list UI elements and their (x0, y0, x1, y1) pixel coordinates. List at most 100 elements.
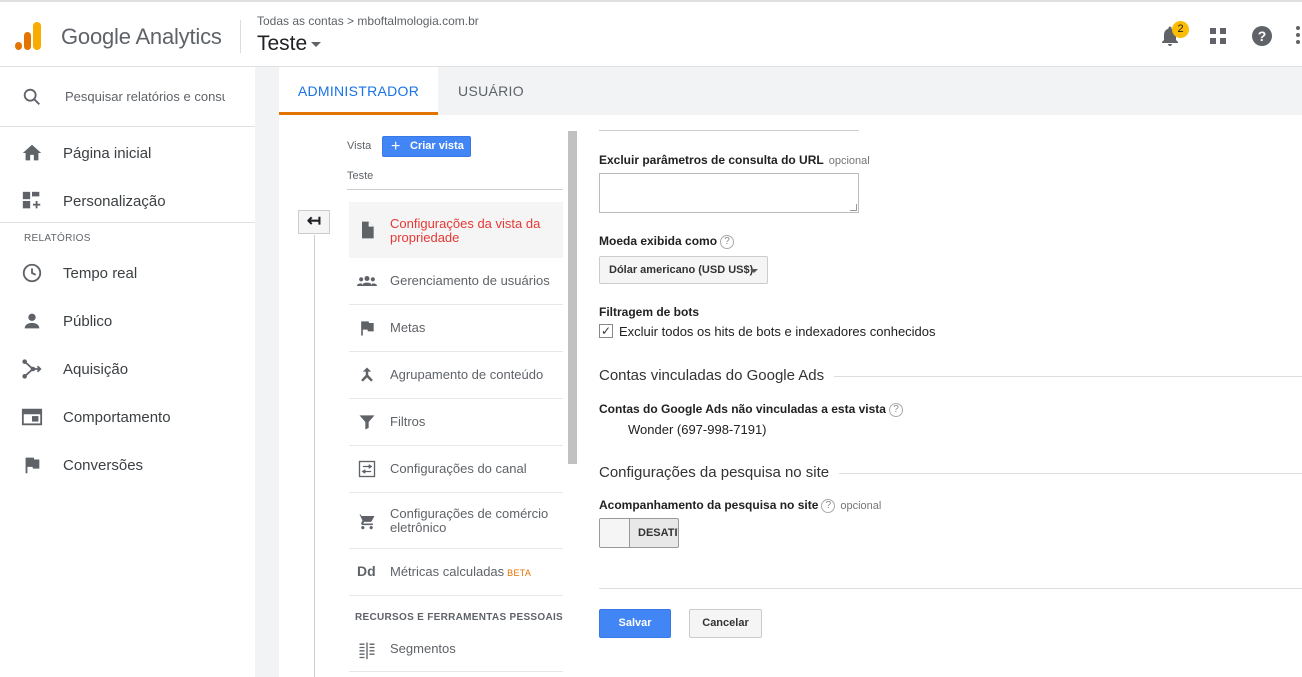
segments-icon (357, 640, 379, 662)
sidebar-item-label: Comportamento (63, 409, 171, 426)
sidebar-item-label: Público (63, 313, 113, 330)
sidebar-item-label: Aquisição (63, 361, 129, 378)
bot-filter-label: Filtragem de bots (599, 305, 700, 319)
help-icon[interactable]: ? (821, 498, 836, 513)
menu-item-label: Configurações do canal (390, 461, 527, 476)
analytics-logo-icon[interactable] (15, 22, 43, 50)
optional-hint: opcional (828, 155, 870, 167)
ads-unlinked-label: Contas do Google Ads não vinculadas a es… (599, 402, 903, 417)
behavior-icon (21, 406, 43, 428)
site-search-toggle[interactable]: DESATIVADO (599, 518, 679, 548)
menu-item-view-settings[interactable]: Configurações da vista da propriedade (349, 202, 563, 258)
menu-item-content-grouping[interactable]: Agrupamento de conteúdo (349, 352, 563, 399)
top-header: Google Analytics Todas as contas > mboft… (0, 0, 1302, 67)
sidebar-item-label: Tempo real (63, 265, 138, 282)
help-icon[interactable]: ? (888, 402, 903, 417)
flag-icon (357, 318, 379, 340)
sidebar-item-conversions[interactable]: Conversões (0, 443, 255, 487)
ads-unlinked-text: Contas do Google Ads não vinculadas a es… (599, 402, 886, 416)
collapse-arrow-icon[interactable]: ↤ (298, 210, 330, 234)
view-selector-underline (347, 189, 563, 190)
sidebar-item-audience[interactable]: Público (0, 299, 255, 343)
search-input[interactable]: Pesquisar relatórios e consultas (65, 89, 225, 104)
left-sidebar: Pesquisar relatórios e consultas Página … (0, 67, 255, 677)
form-footer-divider (599, 588, 1302, 589)
svg-text:?: ? (1258, 28, 1267, 44)
filter-icon (357, 412, 379, 434)
personal-resources-heading: RECURSOS E FERRAMENTAS PESSOAIS (355, 612, 564, 623)
sidebar-item-home[interactable]: Página inicial (0, 131, 255, 175)
app-name[interactable]: Google Analytics (61, 24, 222, 50)
tab-user[interactable]: USUÁRIO (438, 67, 544, 115)
sidebar-item-label: Página inicial (63, 145, 152, 162)
dashboard-add-icon (21, 190, 43, 212)
field-divider (599, 130, 859, 131)
exclude-params-text: Excluir parâmetros de consulta do URL (599, 153, 824, 167)
menu-item-channel-settings[interactable]: Configurações do canal (349, 446, 563, 493)
clock-icon (21, 262, 43, 284)
currency-dropdown[interactable]: Dólar americano (USD US$) (599, 256, 768, 284)
users-icon (357, 271, 379, 293)
menu-item-label: Métricas calculadas BETA (390, 565, 531, 580)
more-options-icon[interactable] (1296, 24, 1302, 48)
channel-settings-icon (357, 459, 379, 481)
cart-icon (357, 511, 379, 533)
menu-item-user-management[interactable]: Gerenciamento de usuários (349, 258, 563, 305)
help-icon[interactable]: ? (1250, 24, 1274, 48)
menu-item-ecommerce-settings[interactable]: Configurações de comércio eletrônico (349, 493, 563, 549)
optional-hint: opcional (840, 500, 882, 512)
breadcrumb[interactable]: Todas as contas > mboftalmologia.com.br (257, 14, 479, 28)
menu-item-label: Gerenciamento de usuários (390, 273, 550, 288)
bot-filter-checkbox-label[interactable]: Excluir todos os hits de bots e indexado… (619, 324, 936, 339)
create-view-button[interactable]: + Criar vista (382, 136, 471, 157)
column-connector-line (314, 235, 315, 677)
reports-section-label: RELATÓRIOS (24, 233, 91, 244)
document-icon (357, 220, 379, 242)
sidebar-item-realtime[interactable]: Tempo real (0, 251, 255, 295)
sidebar-item-behavior[interactable]: Comportamento (0, 395, 255, 439)
sidebar-item-customization[interactable]: Personalização (0, 179, 255, 223)
dd-icon: Dd (357, 563, 376, 579)
beta-badge: BETA (507, 568, 532, 578)
resize-handle-icon[interactable] (850, 204, 857, 211)
sidebar-divider (0, 222, 255, 223)
notification-count-badge: 2 (1172, 21, 1189, 38)
person-icon (21, 310, 43, 332)
apps-grid-icon[interactable] (1206, 24, 1230, 48)
menu-item-calculated-metrics[interactable]: Dd Métricas calculadas BETA (349, 549, 563, 596)
exclude-params-field[interactable] (599, 173, 859, 213)
view-name: Teste (257, 32, 308, 55)
menu-item-label: Metas (390, 320, 426, 335)
view-selector[interactable]: Teste (257, 32, 322, 56)
home-icon (21, 142, 43, 164)
view-column-scroll-thumb[interactable] (568, 131, 577, 464)
bot-filter-checkbox[interactable]: ✓ (599, 324, 613, 338)
menu-item-label: Agrupamento de conteúdo (390, 367, 544, 382)
tab-admin[interactable]: ADMINISTRADOR (279, 67, 438, 115)
view-selector-value[interactable]: Teste (347, 170, 373, 182)
menu-item-filters[interactable]: Filtros (349, 399, 563, 446)
sidebar-item-label: Conversões (63, 457, 144, 474)
exclude-params-label: Excluir parâmetros de consulta do URL opc… (599, 153, 870, 167)
help-icon[interactable]: ? (720, 234, 735, 249)
menu-item-label: Filtros (390, 414, 426, 429)
sidebar-item-label: Personalização (63, 193, 166, 210)
ads-section-heading: Contas vinculadas do Google Ads (599, 367, 835, 384)
admin-tabs: ADMINISTRADOR USUÁRIO (279, 67, 1302, 115)
toggle-knob (600, 519, 630, 547)
currency-label-text: Moeda exibida como (599, 234, 718, 248)
sidebar-search[interactable]: Pesquisar relatórios e consultas (0, 67, 255, 127)
menu-item-goals[interactable]: Metas (349, 305, 563, 352)
ads-account-item: Wonder (697-998-7191) (628, 422, 767, 437)
menu-item-label: Configurações de comércio eletrônico (390, 506, 549, 535)
search-icon (23, 88, 40, 105)
save-button[interactable]: Salvar (599, 609, 671, 638)
cancel-button[interactable]: Cancelar (689, 609, 762, 638)
site-search-section-heading: Configurações da pesquisa no site (599, 464, 840, 481)
site-search-text: Acompanhamento da pesquisa no site (599, 498, 819, 512)
calculated-metrics-label: Métricas calculadas (390, 564, 505, 579)
sidebar-item-acquisition[interactable]: Aquisição (0, 347, 255, 391)
menu-item-label: Segmentos (390, 641, 456, 656)
currency-value: Dólar americano (USD US$) (609, 264, 754, 276)
menu-item-segments[interactable]: Segmentos (349, 627, 563, 672)
